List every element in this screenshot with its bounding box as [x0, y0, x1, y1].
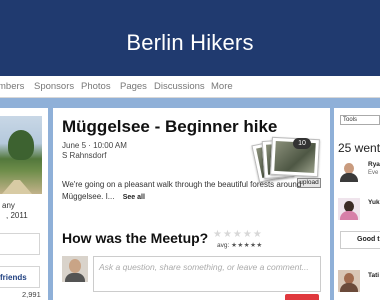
average-rating: avg: ★★★★★	[217, 241, 263, 249]
path-shape	[2, 180, 32, 194]
invite-friends-link[interactable]: friends	[0, 266, 40, 288]
sidebar-box[interactable]	[0, 233, 40, 255]
avg-label: avg:	[217, 242, 230, 249]
group-photo[interactable]	[0, 116, 42, 194]
group-title[interactable]: Berlin Hikers	[0, 30, 380, 56]
attendee-name[interactable]: Yuk	[368, 199, 380, 206]
event-card: Müggelsee - Beginner hike June 5 · 10:00…	[53, 108, 330, 300]
member-count: 2,991	[22, 290, 41, 299]
attendee-name[interactable]: Rya	[368, 161, 380, 168]
attendee-avatar[interactable]	[338, 160, 360, 182]
event-date: June 5 · 10:00 AM	[62, 141, 127, 150]
attendee-avatar[interactable]	[338, 270, 360, 292]
comment-placeholder: Ask a question, share something, or leav…	[99, 262, 309, 272]
user-avatar	[62, 256, 88, 282]
tools-dropdown[interactable]: Tools	[340, 115, 380, 125]
nav-pages[interactable]: Pages	[120, 81, 147, 92]
comment-input[interactable]: Ask a question, share something, or leav…	[93, 256, 321, 292]
nav-photos[interactable]: Photos	[81, 81, 111, 92]
sidebar-text-2: , 2011	[6, 211, 28, 220]
rating-stars[interactable]: ★★★★★	[213, 229, 263, 240]
nav-more[interactable]: More	[211, 81, 233, 92]
rating-heading: How was the Meetup?	[62, 230, 209, 246]
left-sidebar: any , 2011 friends	[0, 108, 48, 300]
attendee-name[interactable]: Tati	[368, 272, 379, 279]
tree-shape	[8, 130, 34, 160]
nav-sponsors[interactable]: Sponsors	[34, 81, 74, 92]
avg-stars: ★★★★★	[231, 242, 263, 249]
group-nav: mbers Sponsors Photos Pages Discussions …	[0, 76, 380, 98]
nav-members[interactable]: mbers	[0, 81, 24, 92]
good-to-see-button[interactable]: Good t	[340, 231, 380, 249]
event-title[interactable]: Müggelsee - Beginner hike	[62, 117, 277, 137]
photo-count-badge: 10	[293, 138, 311, 149]
see-all-link[interactable]: See all	[123, 194, 145, 201]
nav-discussions[interactable]: Discussions	[154, 81, 205, 92]
attendee-avatar[interactable]	[338, 198, 360, 220]
event-location[interactable]: S Rahnsdorf	[62, 151, 106, 160]
event-description-text: We're going on a pleasant walk through t…	[62, 180, 302, 201]
event-description: We're going on a pleasant walk through t…	[62, 179, 302, 204]
right-sidebar: Tools 25 went Rya Eve Yuk Good t Tati	[334, 108, 380, 300]
sidebar-text-1: any	[2, 201, 15, 210]
attendee-sub: Eve	[368, 170, 379, 176]
attendee-count: 25 went	[338, 141, 380, 155]
post-button[interactable]	[285, 294, 319, 300]
group-banner: Berlin Hikers	[0, 0, 380, 76]
